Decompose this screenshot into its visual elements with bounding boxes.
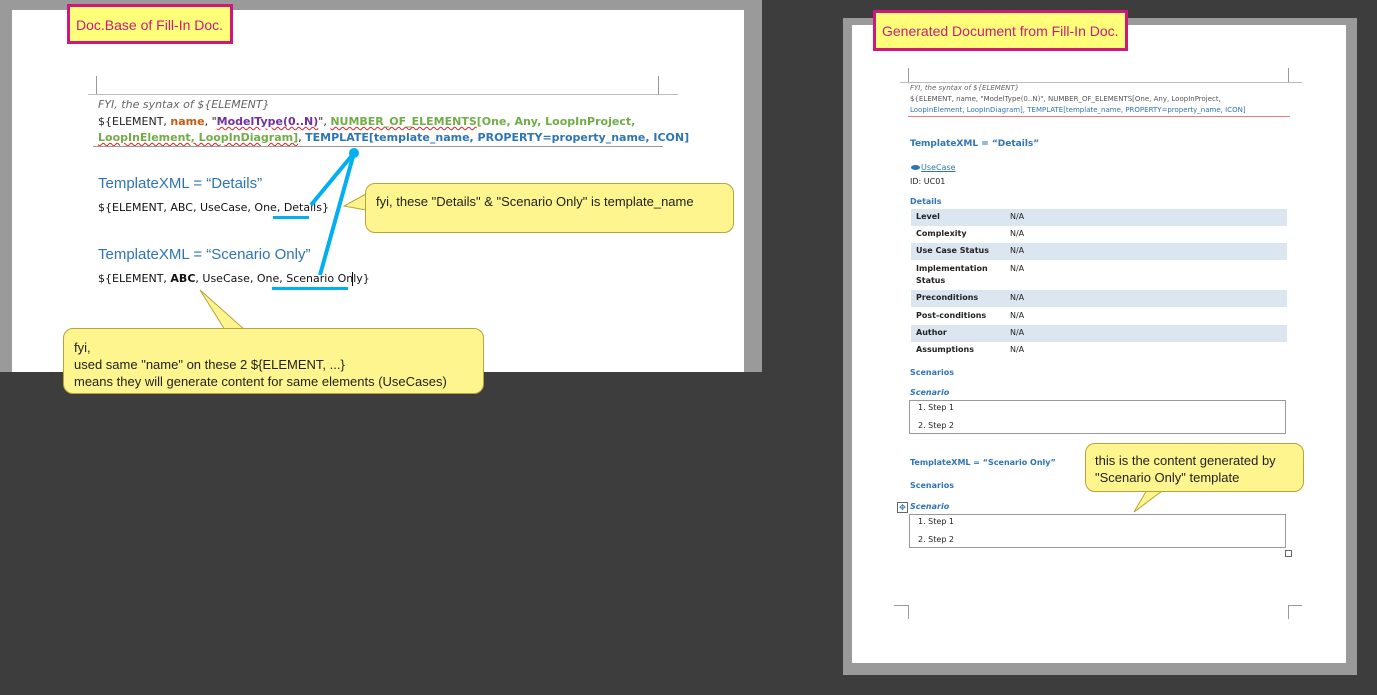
step-2: 2. Step 2 bbox=[918, 421, 955, 430]
row-key: Use Case Status bbox=[916, 246, 989, 255]
row-value: N/A bbox=[1010, 246, 1025, 255]
scenario-label-2: Scenario bbox=[910, 502, 950, 511]
callout-generated-text: this is the content generated by "Scenar… bbox=[1095, 453, 1276, 485]
right-syntax-line-2: LoopInElement, LoopInDiagram], TEMPLATE[… bbox=[910, 106, 1246, 114]
scenario-steps-box-2 bbox=[909, 514, 1286, 548]
footer-mark-left-v bbox=[908, 605, 909, 619]
footer-mark-left-h bbox=[894, 605, 908, 606]
callout-same-name: fyi, used same "name" on these 2 ${ELEME… bbox=[63, 328, 484, 394]
scenario-steps-box bbox=[909, 400, 1286, 434]
step-2b: 2. Step 2 bbox=[918, 535, 955, 544]
usecase-icon bbox=[911, 165, 920, 170]
callout-template-name: fyi, these "Details" & "Scenario Only" i… bbox=[365, 183, 734, 233]
callout-name-line-2: used same "name" on these 2 ${ELEMENT, .… bbox=[74, 357, 345, 372]
step-1b: 1. Step 1 bbox=[918, 517, 955, 526]
row-key: Preconditions bbox=[916, 293, 979, 302]
right-syntax-line-1: ${ELEMENT, name, "ModelType(0..N)", NUMB… bbox=[910, 95, 1221, 103]
table-row bbox=[911, 325, 1287, 342]
footer-mark-right-h bbox=[1288, 605, 1302, 606]
row-value: N/A bbox=[1010, 264, 1025, 273]
row-key: Author bbox=[916, 328, 947, 337]
right-doc-tag: Generated Document from Fill-In Doc. bbox=[873, 10, 1128, 51]
right-heading-details: TemplateXML = “Details” bbox=[910, 139, 1040, 149]
row-value: N/A bbox=[1010, 311, 1025, 320]
table-move-handle-icon[interactable]: ✥ bbox=[897, 502, 908, 513]
row-key: Complexity bbox=[916, 229, 967, 238]
callout-name-line-1: fyi, bbox=[74, 340, 91, 355]
table-row bbox=[911, 209, 1287, 226]
scenarios-label-2: Scenarios bbox=[910, 481, 954, 490]
row-key: Assumptions bbox=[916, 345, 974, 354]
table-row bbox=[911, 226, 1287, 243]
scenario-label: Scenario bbox=[910, 388, 950, 397]
row-key: Implementation bbox=[916, 264, 988, 273]
right-heading-scenario-only: TemplateXML = “Scenario Only” bbox=[910, 458, 1056, 467]
row-value: N/A bbox=[1010, 293, 1025, 302]
row-value: N/A bbox=[1010, 345, 1025, 354]
row-value: N/A bbox=[1010, 328, 1025, 337]
footer-mark-right-v bbox=[1288, 605, 1289, 619]
table-resize-handle-icon[interactable] bbox=[1285, 550, 1292, 557]
row-value: N/A bbox=[1010, 229, 1025, 238]
callout-generated-content: this is the content generated by "Scenar… bbox=[1085, 443, 1304, 492]
row-key: Status bbox=[916, 276, 946, 285]
callout-name-line-3: means they will generate content for sam… bbox=[74, 374, 447, 389]
right-syntax-caption: FYI, the syntax of ${ELEMENT} bbox=[910, 84, 1020, 92]
row-key: Level bbox=[916, 212, 940, 221]
row-key: Post-conditions bbox=[916, 311, 987, 320]
callout-template-text: fyi, these "Details" & "Scenario Only" i… bbox=[376, 194, 694, 209]
right-syntax-separator bbox=[908, 116, 1290, 117]
step-1: 1. Step 1 bbox=[918, 403, 955, 412]
right-header-mark-left bbox=[908, 68, 909, 82]
right-header-line bbox=[900, 82, 1302, 83]
scenarios-label: Scenarios bbox=[910, 368, 954, 377]
right-header-mark-right bbox=[1288, 68, 1289, 82]
details-label: Details bbox=[910, 197, 942, 206]
row-value: N/A bbox=[1010, 212, 1025, 221]
usecase-id: ID: UC01 bbox=[910, 177, 946, 186]
usecase-link[interactable]: UseCase bbox=[921, 163, 956, 172]
